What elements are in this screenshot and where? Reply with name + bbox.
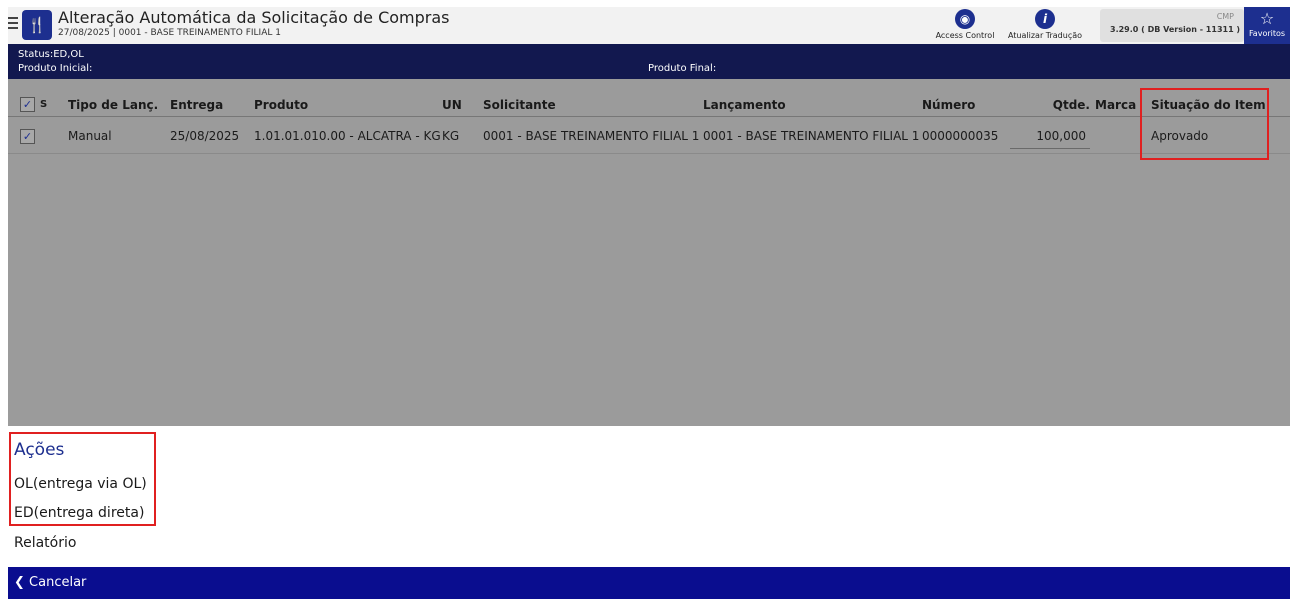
lock-icon: ◉ [955,9,975,29]
header-tipo[interactable]: Tipo de Lanç. [68,93,158,117]
header-marca[interactable]: Marca [1095,93,1136,117]
select-all-checkbox[interactable]: ✓ [20,97,35,112]
action-ed-entrega-direta[interactable]: ED(entrega direta) [14,505,144,521]
situacao-highlight-box [1140,88,1269,160]
header-s: S [40,99,48,110]
header-qtde[interactable]: Qtde. [1048,93,1090,117]
version-badge: CMP 3.29.0 ( DB Version - 11311 ) [1100,9,1244,42]
action-relatorio[interactable]: Relatório [14,535,76,551]
atualizar-traducao-label: Atualizar Tradução [1007,31,1083,40]
top-bar: 🍴 Alteração Automática da Solicitação de… [8,7,1290,44]
cell-numero: 0000000035 [922,129,999,143]
row-checkbox[interactable]: ✓ [20,129,35,144]
header-un[interactable]: UN [442,93,462,117]
chevron-left-icon: ❮ [14,575,25,590]
cell-tipo: Manual [68,129,112,143]
cell-produto: 1.01.01.010.00 - ALCATRA - KG [254,129,441,143]
hamburger-menu-icon[interactable] [8,14,20,34]
cell-lancamento: 0001 - BASE TREINAMENTO FILIAL 1 [703,129,920,143]
items-grid: ✓ S Tipo de Lanç. Entrega Produto UN Sol… [8,79,1290,426]
cell-solicitante: 0001 - BASE TREINAMENTO FILIAL 1 [483,129,700,143]
version-text: 3.29.0 ( DB Version - 11311 ) [1110,25,1241,34]
page: 🍴 Alteração Automática da Solicitação de… [0,0,1290,599]
info-icon: i [1035,9,1055,29]
action-ol-entrega-via-ol[interactable]: OL(entrega via OL) [14,476,147,492]
header-lancamento[interactable]: Lançamento [703,93,786,117]
table-row[interactable]: ✓ Manual 25/08/2025 1.01.01.010.00 - ALC… [8,118,1290,154]
produto-final-label: Produto Final: [648,63,717,74]
header-solicitante[interactable]: Solicitante [483,93,556,117]
cancel-bar[interactable]: ❮ Cancelar [8,567,1290,599]
favorites-button[interactable]: ☆ Favoritos [1244,7,1290,44]
access-control-button[interactable]: ◉ Access Control [930,9,1000,40]
version-cmp: CMP [1216,12,1234,21]
produto-inicial-label: Produto Inicial: [18,63,93,74]
qtde-input[interactable]: 100,000 [1010,123,1090,149]
favorites-label: Favoritos [1248,29,1286,38]
header-entrega[interactable]: Entrega [170,93,223,117]
actions-title: Ações [14,440,65,460]
status-band: Status:ED,OL Produto Inicial: Produto Fi… [8,44,1290,79]
cell-entrega: 25/08/2025 [170,129,240,143]
cell-un: KG [442,129,460,143]
cancel-label: Cancelar [29,575,87,590]
atualizar-traducao-button[interactable]: i Atualizar Tradução [1002,9,1088,40]
fork-knife-icon: 🍴 [22,10,52,40]
status-text: Status:ED,OL [18,49,84,60]
star-icon: ☆ [1259,9,1275,28]
header-numero[interactable]: Número [922,93,975,117]
page-title: Alteração Automática da Solicitação de C… [58,8,450,27]
page-subtitle: 27/08/2025 | 0001 - BASE TREINAMENTO FIL… [58,28,281,38]
access-control-label: Access Control [935,31,995,40]
grid-header: ✓ S Tipo de Lanç. Entrega Produto UN Sol… [8,93,1290,117]
header-produto[interactable]: Produto [254,93,308,117]
